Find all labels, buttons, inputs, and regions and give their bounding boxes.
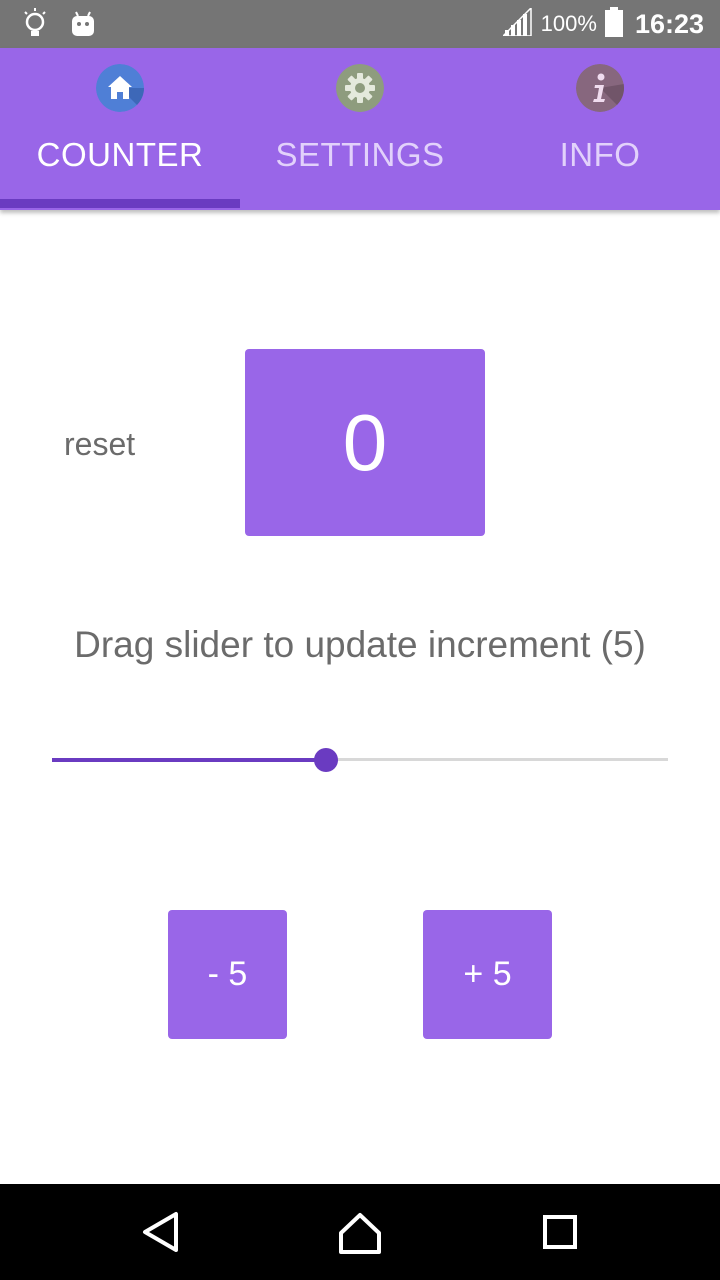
slider-caption: Drag slider to update increment (5): [74, 624, 646, 665]
decrement-label: - 5: [207, 955, 248, 993]
increment-label: + 5: [463, 955, 512, 993]
recents-icon[interactable]: [534, 1206, 586, 1258]
tab-bar: COUNTER SETTINGS INFO: [0, 48, 720, 210]
lightbulb-icon: [22, 8, 48, 45]
tab-counter-label: COUNTER: [36, 136, 204, 173]
status-bar: 100% 16:23: [0, 0, 720, 48]
home-icon: [96, 64, 144, 112]
tab-settings[interactable]: SETTINGS: [240, 48, 480, 210]
battery-icon: [604, 6, 623, 42]
reset-button[interactable]: reset: [64, 426, 135, 463]
counter-value: 0: [342, 397, 388, 487]
home-nav-icon[interactable]: [334, 1206, 386, 1258]
battery-percent: 100%: [540, 11, 597, 36]
tab-info[interactable]: INFO: [480, 48, 720, 210]
tab-counter[interactable]: COUNTER: [0, 48, 240, 210]
clock: 16:23: [634, 8, 704, 39]
notification-icons: [22, 8, 96, 45]
slider-thumb[interactable]: [314, 748, 338, 772]
tab-settings-label: SETTINGS: [275, 136, 445, 173]
tab-info-label: INFO: [559, 136, 641, 173]
back-icon[interactable]: [134, 1206, 186, 1258]
signal-icon: [500, 5, 533, 41]
decrement-button[interactable]: - 5: [168, 910, 287, 1039]
gear-icon: [336, 64, 384, 112]
increment-button[interactable]: + 5: [423, 910, 552, 1039]
active-tab-indicator: [0, 199, 240, 208]
navigation-bar: [0, 1184, 720, 1280]
slider-track-fill: [52, 758, 326, 762]
counter-display[interactable]: 0: [245, 349, 485, 536]
android-icon: [70, 10, 96, 43]
increment-slider[interactable]: [52, 744, 668, 776]
info-icon: [576, 64, 624, 112]
